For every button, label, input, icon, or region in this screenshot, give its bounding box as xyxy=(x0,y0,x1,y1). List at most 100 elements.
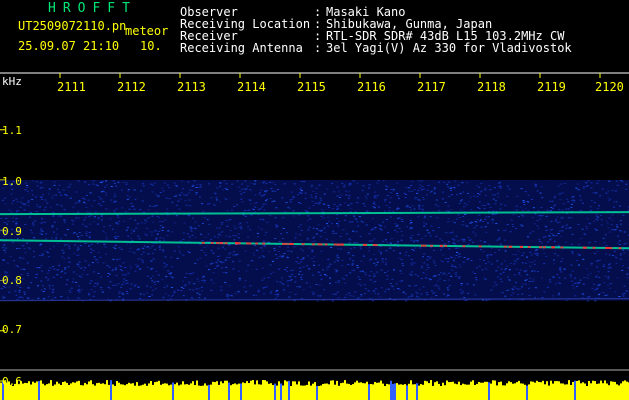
noise-speckle xyxy=(549,239,551,241)
noise-speckle xyxy=(278,246,281,248)
noise-speckle xyxy=(81,266,84,268)
noise-speckle xyxy=(353,247,356,249)
noise-speckle xyxy=(31,199,34,200)
noise-speckle xyxy=(348,194,351,196)
noise-speckle xyxy=(466,283,469,285)
noise-speckle xyxy=(105,208,108,210)
noise-speckle xyxy=(482,221,485,222)
noise-speckle xyxy=(245,291,248,293)
level-bar-segment xyxy=(322,384,324,400)
noise-speckle xyxy=(224,248,227,250)
noise-speckle xyxy=(525,262,527,264)
noise-speckle xyxy=(146,285,149,287)
noise-speckle xyxy=(151,184,154,186)
noise-speckle xyxy=(107,286,110,288)
noise-speckle xyxy=(460,199,463,201)
noise-speckle xyxy=(154,205,157,207)
noise-speckle xyxy=(512,292,515,294)
noise-speckle xyxy=(427,185,430,186)
noise-speckle xyxy=(527,210,530,212)
noise-speckle xyxy=(501,281,503,283)
level-bar-segment xyxy=(214,382,216,400)
noise-speckle xyxy=(19,206,22,208)
noise-speckle xyxy=(152,275,154,277)
noise-speckle xyxy=(159,192,162,193)
noise-speckle xyxy=(99,256,102,258)
noise-speckle xyxy=(115,259,118,261)
noise-speckle xyxy=(436,280,439,282)
noise-speckle xyxy=(313,240,316,242)
noise-speckle xyxy=(393,288,395,290)
noise-speckle xyxy=(470,221,473,223)
level-bar-segment xyxy=(278,381,280,400)
noise-speckle xyxy=(63,258,66,260)
noise-speckle xyxy=(557,255,560,257)
noise-speckle xyxy=(513,286,516,288)
noise-speckle xyxy=(319,236,322,238)
noise-speckle xyxy=(36,204,38,206)
noise-speckle xyxy=(207,233,210,235)
noise-speckle xyxy=(228,236,231,238)
noise-speckle xyxy=(179,252,182,254)
level-bar-segment xyxy=(466,384,468,400)
noise-speckle xyxy=(607,190,610,192)
level-bar-segment xyxy=(504,385,506,400)
noise-speckle xyxy=(351,263,354,265)
noise-speckle xyxy=(89,223,92,225)
level-bar-segment xyxy=(70,383,72,400)
noise-speckle xyxy=(582,187,585,189)
noise-speckle xyxy=(348,292,351,294)
noise-speckle xyxy=(388,288,390,290)
noise-speckle xyxy=(193,180,196,182)
noise-speckle xyxy=(293,246,296,248)
signal-peak xyxy=(220,242,224,245)
noise-speckle xyxy=(522,252,525,254)
noise-speckle xyxy=(443,181,446,183)
x-tick-label: 2112 xyxy=(117,80,146,94)
level-bar-segment xyxy=(126,384,128,400)
noise-speckle xyxy=(384,200,387,202)
level-bar-segment xyxy=(264,380,266,400)
noise-speckle xyxy=(478,265,481,267)
noise-speckle xyxy=(155,194,158,196)
noise-speckle xyxy=(78,238,81,240)
noise-speckle xyxy=(596,182,599,184)
signal-peak xyxy=(606,247,610,249)
noise-speckle xyxy=(599,215,602,216)
noise-speckle xyxy=(118,247,121,249)
noise-speckle xyxy=(104,192,107,194)
level-bar-segment xyxy=(364,383,366,400)
noise-speckle xyxy=(457,240,460,242)
noise-speckle xyxy=(27,275,30,276)
noise-speckle xyxy=(158,274,160,276)
noise-speckle xyxy=(93,200,96,202)
noise-speckle xyxy=(432,275,435,277)
level-bar-segment xyxy=(404,384,406,400)
level-bar-segment xyxy=(148,383,150,400)
noise-speckle xyxy=(581,293,584,295)
noise-speckle xyxy=(410,222,413,223)
noise-speckle xyxy=(113,210,116,212)
level-bar-segment xyxy=(134,385,136,400)
noise-speckle xyxy=(384,258,387,260)
noise-speckle xyxy=(195,193,198,195)
noise-speckle xyxy=(590,200,593,201)
noise-speckle xyxy=(348,242,351,244)
noise-speckle xyxy=(143,245,146,247)
level-bar-segment xyxy=(242,382,244,400)
noise-speckle xyxy=(385,250,388,252)
noise-speckle xyxy=(308,268,311,270)
noise-speckle xyxy=(570,217,573,219)
noise-speckle xyxy=(254,194,257,196)
noise-speckle xyxy=(206,245,209,247)
noise-speckle xyxy=(307,229,310,231)
noise-speckle xyxy=(127,227,130,228)
noise-speckle xyxy=(435,235,438,237)
noise-speckle xyxy=(513,260,516,262)
noise-speckle xyxy=(67,257,70,259)
noise-speckle xyxy=(124,267,127,268)
noise-speckle xyxy=(385,205,388,206)
noise-speckle xyxy=(167,270,170,272)
noise-speckle xyxy=(571,280,573,282)
noise-speckle xyxy=(571,251,574,253)
